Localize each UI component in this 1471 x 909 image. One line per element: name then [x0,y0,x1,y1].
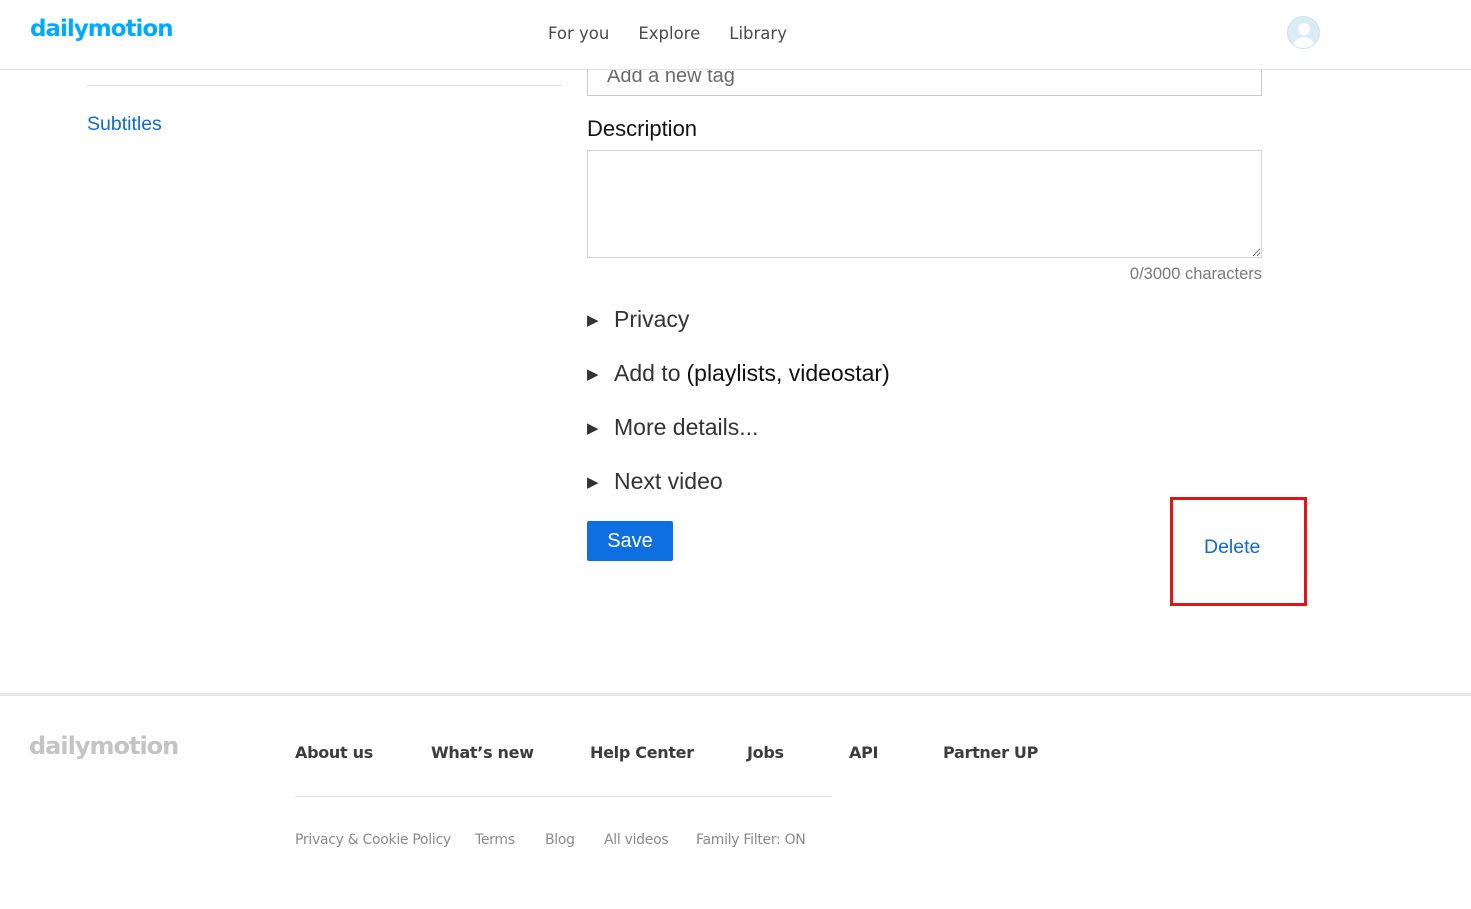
footer-dailymotion-logo[interactable]: dailymotion [29,732,179,760]
description-label: Description [587,116,698,141]
description-field[interactable] [587,150,1262,258]
section-label: More details... [614,414,759,440]
footer-link-partner-up[interactable]: Partner UP [943,743,1038,762]
footer-link-about-us[interactable]: About us [295,743,373,762]
footer-top-border [0,693,1471,696]
nav-library[interactable]: Library [729,24,787,43]
footer-divider [295,796,832,797]
character-count: 0/3000 characters [1129,265,1262,283]
user-avatar-icon[interactable] [1287,16,1320,49]
subtitles-link[interactable]: Subtitles [87,113,162,136]
privacy-section-toggle[interactable]: ▶ Privacy [587,306,689,333]
avatar-body-shape [1293,37,1315,48]
logo-text: dailymotion [30,16,174,42]
footer-link-api[interactable]: API [849,743,878,762]
save-button[interactable]: Save [587,521,673,561]
next-video-section-toggle[interactable]: ▶ Next video [587,468,723,495]
footer-link-help-center[interactable]: Help Center [590,743,694,762]
triangle-right-icon: ▶ [587,311,599,329]
footer-link-blog[interactable]: Blog [545,832,575,848]
triangle-right-icon: ▶ [587,419,599,437]
add-to-section-toggle[interactable]: ▶ Add to (playlists, videostar) [587,360,890,387]
footer-link-whats-new[interactable]: What’s new [431,743,534,762]
more-details-section-toggle[interactable]: ▶ More details... [587,414,758,441]
video-edit-page: Subtitles Description 0/3000 characters … [0,0,1471,909]
dailymotion-logo[interactable]: dailymotion [30,16,174,42]
main-nav: For you Explore Library [548,24,787,43]
nav-explore[interactable]: Explore [638,24,700,43]
triangle-right-icon: ▶ [587,365,599,383]
footer-link-terms[interactable]: Terms [475,832,515,848]
footer-link-jobs[interactable]: Jobs [747,743,784,762]
section-label: Add to [614,360,681,386]
avatar-head-shape [1298,23,1310,35]
nav-for-you[interactable]: For you [548,24,609,43]
triangle-right-icon: ▶ [587,473,599,491]
delete-link[interactable]: Delete [1204,536,1260,559]
section-label: Next video [614,468,723,494]
footer-link-family-filter[interactable]: Family Filter: ON [696,832,806,848]
top-header: dailymotion For you Explore Library [0,0,1471,70]
sidebar-divider [87,85,562,86]
section-label: Privacy [614,306,690,332]
footer-link-privacy-cookie-policy[interactable]: Privacy & Cookie Policy [295,832,451,848]
footer-link-all-videos[interactable]: All videos [604,832,669,848]
section-label-extra: (playlists, videostar) [686,360,890,386]
